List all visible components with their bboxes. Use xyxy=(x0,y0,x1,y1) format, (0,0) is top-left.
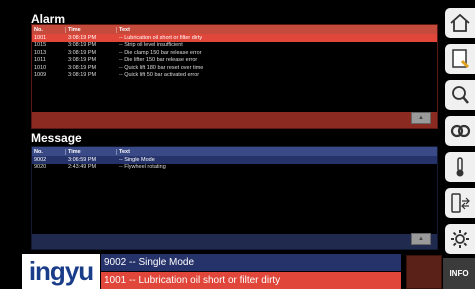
alarm-acknowledge-button[interactable]: ▲ xyxy=(411,112,431,124)
row-text: -- Lubrication oil short or filter dirty xyxy=(119,34,203,41)
settings-icon xyxy=(451,230,469,248)
row-text: -- Die lifter 150 bar release error xyxy=(119,57,198,64)
main-area: Alarm No. Time Text 1001 3:08:19 PM -- Lub… xyxy=(0,0,442,289)
alarm-panel: No. Time Text 1001 3:08:19 PM -- Lubricati… xyxy=(31,24,438,129)
column-header-time[interactable]: Time xyxy=(66,148,117,155)
row-text: -- Single Mode xyxy=(119,156,155,163)
search-button[interactable] xyxy=(445,80,475,110)
note-button[interactable] xyxy=(445,44,475,74)
temperature-button[interactable] xyxy=(445,152,475,182)
column-header-no[interactable]: No. xyxy=(32,148,66,155)
acknowledge-icon: ▲ xyxy=(418,115,424,121)
settings-button[interactable] xyxy=(445,224,475,254)
row-time: 3:08:19 PM xyxy=(68,42,97,49)
thermometer-icon xyxy=(456,157,464,177)
row-time: 3:08:19 PM xyxy=(68,34,97,41)
column-header-time[interactable]: Time xyxy=(66,26,117,33)
column-header-text[interactable]: Text xyxy=(117,27,437,33)
logo-text: ingyu xyxy=(28,256,94,286)
message-table-header: No. Time Text xyxy=(32,147,437,156)
row-number: 1013 xyxy=(34,49,47,56)
status-alarm-line: 1001 -- Lubrication oil short or filter … xyxy=(101,272,401,289)
row-text: -- Strip oil level insufficient xyxy=(119,42,183,49)
table-row[interactable]: 1013 3:08:19 PM -- Die clamp 150 bar relea… xyxy=(32,49,437,57)
row-text: -- Die clamp 150 bar release error xyxy=(119,49,202,56)
table-row[interactable]: 1001 3:08:19 PM -- Lubrication oil short o… xyxy=(32,34,437,42)
status-footer: ingyu 9002 -- Single Mode 1001 -- Lubric… xyxy=(22,254,442,289)
table-row[interactable]: 1009 3:08:19 PM -- Quick lift 50 bar activ… xyxy=(32,72,437,80)
row-time: 3:08:19 PM xyxy=(68,57,97,64)
search-icon xyxy=(452,86,469,104)
home-icon xyxy=(450,13,470,32)
row-time: 3:08:19 PM xyxy=(68,49,97,56)
home-button[interactable] xyxy=(445,8,475,38)
row-number: 1001 xyxy=(34,34,47,41)
row-number: 1010 xyxy=(34,64,47,71)
row-number: 9020 xyxy=(34,164,47,171)
table-row[interactable]: 9020 2:43:49 PM -- Flywheel rotating xyxy=(32,164,437,172)
status-message-line: 9002 -- Single Mode xyxy=(101,254,401,271)
table-row[interactable]: 9002 3:06:59 PM -- Single Mode xyxy=(32,156,437,164)
row-number: 1015 xyxy=(34,42,47,49)
row-time: 3:08:19 PM xyxy=(68,72,97,79)
logo: ingyu xyxy=(22,254,100,289)
device-transfer-button[interactable] xyxy=(445,188,475,218)
acknowledge-icon: ▲ xyxy=(418,236,424,242)
alarm-table-header: No. Time Text xyxy=(32,25,437,34)
row-number: 1009 xyxy=(34,72,47,79)
table-row[interactable]: 1010 3:08:19 PM -- Quick lift 180 bar rese… xyxy=(32,64,437,72)
gears-icon xyxy=(450,124,471,138)
alarm-list: 1001 3:08:19 PM -- Lubrication oil short o… xyxy=(32,34,437,112)
alarm-indicator xyxy=(406,255,442,289)
row-number: 9002 xyxy=(34,156,47,163)
row-text: -- Flywheel rotating xyxy=(119,164,166,171)
message-title: Message xyxy=(31,131,82,145)
row-time: 3:08:19 PM xyxy=(68,64,97,71)
table-row[interactable]: 1011 3:08:19 PM -- Die lifter 150 bar rele… xyxy=(32,57,437,65)
row-text: -- Quick lift 180 bar reset over time xyxy=(119,64,204,71)
message-list: 9002 3:06:59 PM -- Single Mode 9020 2:43:49 … xyxy=(32,156,437,234)
info-button[interactable]: INFO xyxy=(443,258,475,289)
note-icon xyxy=(452,49,470,69)
row-time: 2:43:49 PM xyxy=(68,164,97,171)
message-panel: No. Time Text 9002 3:06:59 PM -- Single Mo… xyxy=(31,146,438,250)
row-text: -- Quick lift 50 bar activated error xyxy=(119,72,200,79)
table-row[interactable]: 1015 3:08:19 PM -- Strip oil level insuffi… xyxy=(32,42,437,50)
device-transfer-icon xyxy=(451,193,470,213)
message-acknowledge-button[interactable]: ▲ xyxy=(411,233,431,245)
row-time: 3:06:59 PM xyxy=(68,156,97,163)
row-number: 1011 xyxy=(34,57,46,64)
column-header-no[interactable]: No. xyxy=(32,26,66,33)
sidebar xyxy=(442,0,475,289)
gears-button[interactable] xyxy=(445,116,475,146)
column-header-text[interactable]: Text xyxy=(117,149,437,155)
